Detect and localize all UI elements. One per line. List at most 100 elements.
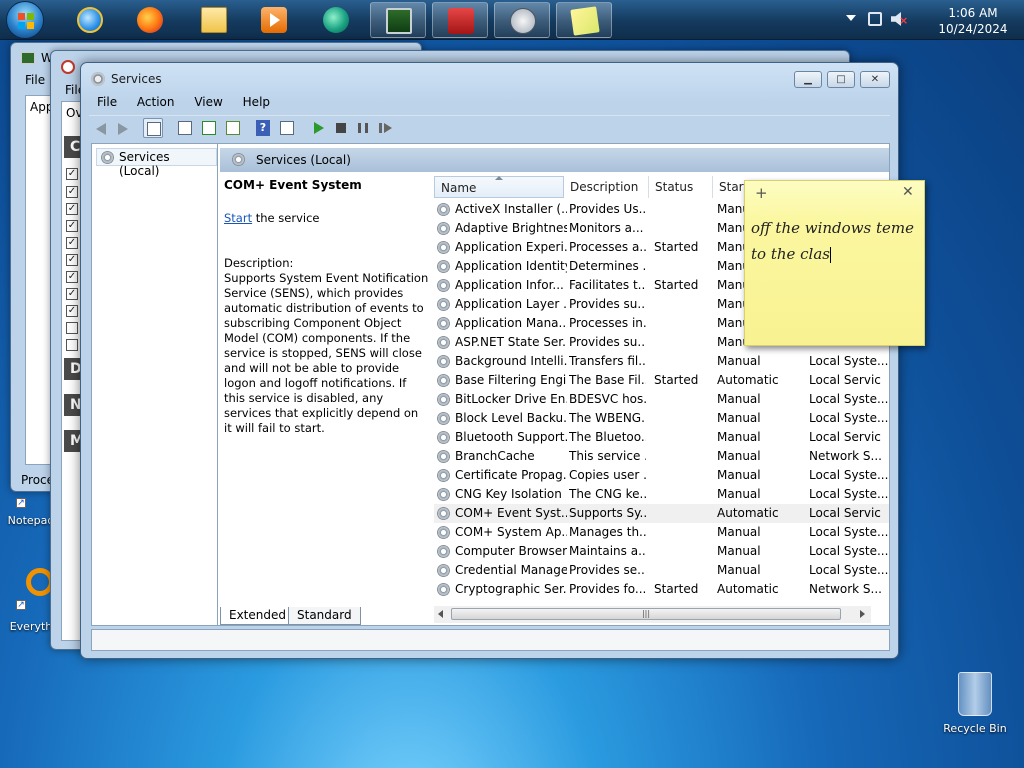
show-action-pane-button[interactable] [277,118,297,138]
checkbox[interactable]: ✓ [66,271,78,283]
start-service-suffix: the service [252,211,320,225]
table-row[interactable]: BranchCacheThis service ...ManualNetwork… [434,447,889,466]
clock[interactable]: 1:06 AM 10/24/2024 [930,5,1016,37]
taskbar-internet-explorer[interactable] [62,2,118,38]
table-row[interactable]: Base Filtering Engi... The Base Fil... Sta… [434,371,889,390]
stop-service-button[interactable] [331,118,351,138]
service-name-cell: Application Infor... [455,278,564,292]
start-service-link[interactable]: Start [224,211,252,225]
refresh-button[interactable] [199,118,219,138]
console-tree: Services (Local) [92,144,218,625]
table-row[interactable]: Cryptographic Ser... Provides fo... Starte… [434,580,889,599]
forward-button[interactable] [113,118,133,138]
sticky-note-text[interactable]: off the windows teme to the clas [751,215,923,267]
table-row[interactable]: Block Level Backu... The WBENG... Manual Lo… [434,409,889,428]
export-list-button[interactable] [223,118,243,138]
table-row[interactable]: Bluetooth Support... The Bluetoo... Manual… [434,428,889,447]
tree-item-services-local[interactable]: Services (Local) [96,148,217,178]
gear-icon [101,151,114,164]
service-status-cell: Started [654,240,699,254]
start-service-line: Start the service [224,211,429,226]
service-startup-cell: Manual [717,525,761,539]
close-button[interactable]: ✕ [860,71,890,88]
column-header-name[interactable]: Name [434,176,564,198]
service-description-cell: The Base Fil... [569,373,646,387]
horizontal-scroll-thumb[interactable]: ||| [451,608,841,620]
add-note-icon[interactable]: + [755,184,768,202]
column-header-status[interactable]: Status [649,176,713,198]
menu-action[interactable]: Action [129,93,183,111]
scroll-left-icon[interactable] [438,610,443,618]
sticky-note[interactable]: + ✕ off the windows teme to the clas [744,180,925,346]
windows-start-icon[interactable] [6,1,44,39]
desktop-everything-label[interactable]: Everyth [6,620,56,633]
service-gear-icon [437,393,450,406]
service-description-cell: Provides fo... [569,582,646,596]
checkbox[interactable]: ✓ [66,305,78,317]
service-description-cell: Copies user ... [569,468,646,482]
text-caret [830,247,831,263]
back-button[interactable] [91,118,111,138]
checkbox[interactable]: ✓ [66,186,78,198]
checkbox[interactable]: ✓ [66,168,78,180]
restart-service-button[interactable] [375,118,395,138]
show-console-tree-button[interactable] [143,118,163,138]
restart-icon [379,123,392,133]
tab-extended[interactable]: Extended [220,607,295,625]
help-button[interactable]: ? [253,118,273,138]
table-row[interactable]: Credential Manager Provides se... Manual Lo… [434,561,889,580]
service-description-cell: The WBENG... [569,411,646,425]
checkbox[interactable]: ✓ [66,254,78,266]
taskbar-toolbox[interactable] [432,2,488,38]
task-manager-menu-file[interactable]: File [25,73,45,87]
menu-help[interactable]: Help [235,93,278,111]
checkbox[interactable]: ✓ [66,237,78,249]
recycle-bin-icon[interactable] [958,672,992,716]
menu-view[interactable]: View [186,93,230,111]
service-startup-cell: Manual [717,487,761,501]
taskbar-media-player[interactable] [246,2,302,38]
service-startup-cell: Automatic [717,373,779,387]
table-row[interactable]: COM+ Event Syst... Supports Sy... Automati… [434,504,889,523]
scroll-right-icon[interactable] [860,610,865,618]
checkbox[interactable] [66,339,78,351]
table-row[interactable]: Computer Browser Maintains a... Manual Loca… [434,542,889,561]
network-icon[interactable] [868,12,882,26]
desktop-notepad-label[interactable]: Notepad [6,514,56,527]
minimize-button[interactable]: ▁ [794,71,822,88]
service-startup-cell: Manual [717,544,761,558]
table-row[interactable]: Background Intelli... Transfers fil... Man… [434,352,889,371]
horizontal-scrollbar[interactable]: ||| [434,606,871,623]
service-name-cell: CNG Key Isolation [455,487,562,501]
taskbar-media-center[interactable] [308,2,364,38]
description-pane: COM+ Event System Start the service Desc… [224,178,429,436]
taskbar-services[interactable] [494,2,550,38]
services-window[interactable]: Services ▁ □ ✕ File Action View Help ? S… [80,62,899,659]
service-description-cell: Processes in... [569,316,646,330]
checkbox[interactable]: ✓ [66,203,78,215]
table-row[interactable]: Certificate Propag...Copies user ... Manu… [434,466,889,485]
table-row[interactable]: CNG Key Isolation The CNG ke... Manual Loca… [434,485,889,504]
taskbar-firefox[interactable] [122,2,178,38]
column-header-description[interactable]: Description [564,176,649,198]
show-hidden-icons-icon[interactable] [846,15,856,21]
properties-button[interactable] [175,118,195,138]
menu-file[interactable]: File [89,93,125,111]
start-service-button[interactable] [309,118,329,138]
service-name-cell: Application Layer ... [455,297,567,311]
checkbox[interactable] [66,322,78,334]
taskbar-sticky-notes[interactable] [556,2,612,38]
table-row[interactable]: COM+ System Ap... Manages th... Manual Loca… [434,523,889,542]
taskbar-explorer[interactable] [186,2,242,38]
pause-service-button[interactable] [353,118,373,138]
tab-standard[interactable]: Standard [288,607,361,625]
checkbox[interactable]: ✓ [66,288,78,300]
desktop-recycle-bin-label[interactable]: Recycle Bin [940,722,1010,735]
checkbox[interactable]: ✓ [66,220,78,232]
table-row[interactable]: BitLocker Drive En...BDESVC hos... Manual… [434,390,889,409]
taskbar-task-manager[interactable] [370,2,426,38]
stop-icon [336,123,346,133]
close-note-icon[interactable]: ✕ [902,184,914,200]
forward-arrow-icon [118,123,128,135]
maximize-button[interactable]: □ [827,71,855,88]
